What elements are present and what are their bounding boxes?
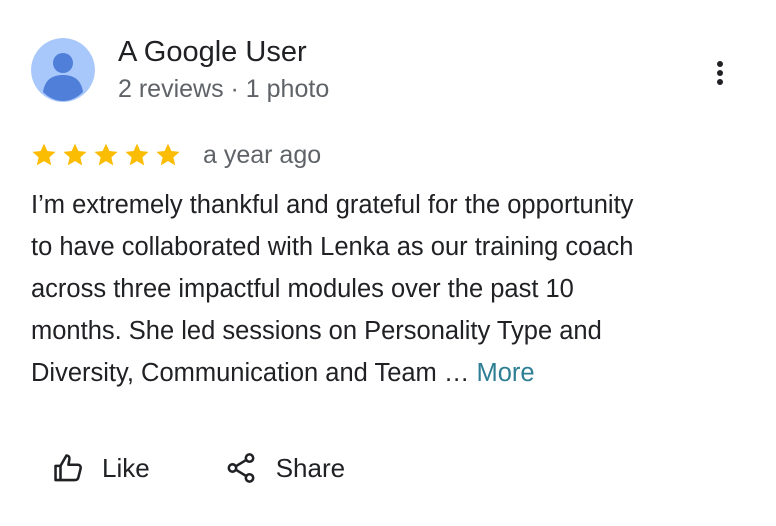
review-text-line: months. She led sessions on Personality … <box>31 317 602 345</box>
more-vert-icon[interactable] <box>700 52 740 96</box>
review-text-line-last: Diversity, Communication and Team … More <box>31 352 751 394</box>
review-text-line: to have collaborated with Lenka as our t… <box>31 233 634 261</box>
author-name[interactable]: A Google User <box>118 34 307 70</box>
review-text-line: I’m extremely thankful and grateful for … <box>31 191 634 219</box>
review-text-line: Diversity, Communication and Team … <box>31 359 477 387</box>
like-button[interactable]: Like <box>52 446 150 490</box>
share-icon <box>224 451 258 485</box>
star-rating <box>30 140 182 170</box>
like-label: Like <box>102 452 150 483</box>
star-icon <box>61 141 89 169</box>
review-text-line: across three impactful modules over the … <box>31 275 574 303</box>
share-button[interactable]: Share <box>224 446 345 490</box>
star-icon <box>154 141 182 169</box>
review-actions: Like Share <box>52 446 345 490</box>
star-icon <box>30 141 58 169</box>
author-meta: 2 reviews · 1 photo <box>118 75 330 103</box>
more-link[interactable]: More <box>476 359 534 387</box>
review-date: a year ago <box>203 141 322 169</box>
share-label: Share <box>275 452 346 483</box>
user-avatar-icon[interactable] <box>31 38 95 102</box>
thumbs-up-icon <box>52 451 86 485</box>
review-text: I’m extremely thankful and grateful for … <box>31 184 751 394</box>
star-icon <box>123 141 151 169</box>
star-icon <box>92 141 120 169</box>
